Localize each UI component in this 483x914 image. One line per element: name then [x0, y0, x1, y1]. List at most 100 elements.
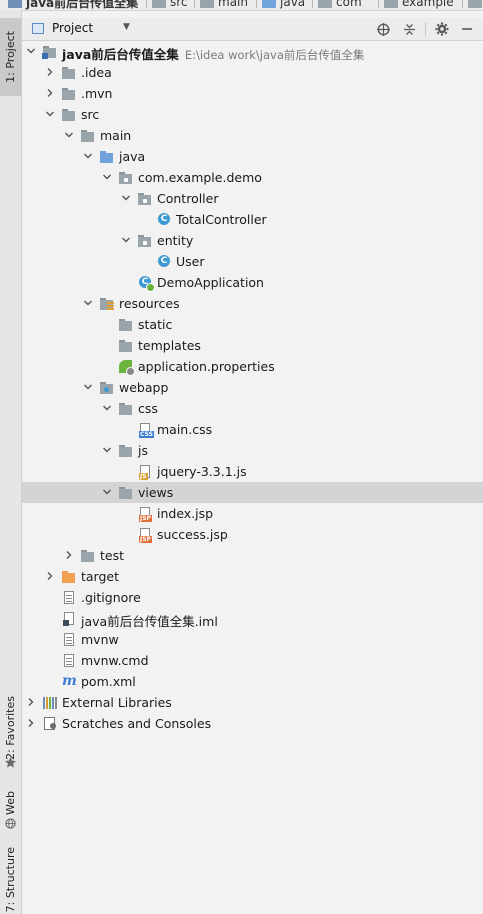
tree-item-label: pom.xml	[81, 674, 136, 689]
tree-row[interactable]: JSP index.jsp	[22, 503, 483, 524]
tree-row[interactable]: java前后台传值全集.iml	[22, 608, 483, 629]
chevron-right-icon[interactable]	[25, 716, 37, 730]
tree-row[interactable]: src	[22, 104, 483, 125]
tree-row[interactable]: External Libraries	[22, 692, 483, 713]
chevron-down-icon[interactable]	[63, 128, 75, 142]
tree-row[interactable]: m pom.xml	[22, 671, 483, 692]
collapse-icon[interactable]	[401, 21, 417, 37]
breadcrumb-item[interactable]: src	[152, 0, 188, 10]
package-icon	[137, 233, 153, 249]
tree-item-name: application.properties	[138, 359, 275, 374]
tree-row[interactable]: templates	[22, 335, 483, 356]
tree-row[interactable]: CSS main.css	[22, 419, 483, 440]
breadcrumb-item[interactable]: com	[318, 0, 362, 10]
chevron-down-icon[interactable]	[82, 149, 94, 163]
tree-item-name: mvnw	[81, 632, 119, 647]
globe-icon[interactable]	[375, 21, 391, 37]
tree-row[interactable]: .idea	[22, 62, 483, 83]
breadcrumb-item[interactable]: java前后台传值全集	[8, 0, 138, 10]
tree-item-label: mvnw.cmd	[81, 653, 149, 668]
chevron-right-icon[interactable]	[25, 695, 37, 709]
breadcrumb-item[interactable]: example	[384, 0, 454, 10]
folder-icon	[61, 107, 77, 123]
tree-row[interactable]: .gitignore	[22, 587, 483, 608]
tree-item-name: java	[119, 149, 146, 164]
chevron-down-icon[interactable]	[25, 44, 37, 58]
tree-row[interactable]: static	[22, 314, 483, 335]
project-tree[interactable]: java前后台传值全集 E:\idea work\java前后台传值全集 .idea…	[22, 41, 483, 914]
tab-web[interactable]: Web	[0, 788, 21, 818]
breadcrumb-item[interactable]: main	[200, 0, 248, 10]
chevron-down-icon[interactable]	[82, 296, 94, 310]
chevron-down-icon[interactable]: ▼	[123, 22, 130, 32]
tree-row[interactable]: com.example.demo	[22, 167, 483, 188]
tree-row[interactable]: target	[22, 566, 483, 587]
breadcrumb-item[interactable]: de	[468, 0, 483, 10]
tree-item-name: templates	[138, 338, 201, 353]
chevron-right-icon[interactable]	[44, 86, 56, 100]
tree-item-label: External Libraries	[62, 695, 172, 710]
gear-icon[interactable]	[434, 21, 450, 37]
tree-row[interactable]: Controller	[22, 188, 483, 209]
tree-item-name: .mvn	[81, 86, 113, 101]
folder-icon	[318, 0, 332, 8]
tree-row[interactable]: C User	[22, 251, 483, 272]
tree-row[interactable]: java	[22, 146, 483, 167]
module-folder-icon	[42, 44, 58, 60]
tree-item-name: DemoApplication	[157, 275, 264, 290]
tree-row[interactable]: css	[22, 398, 483, 419]
project-title[interactable]: Project	[52, 21, 93, 35]
tree-row[interactable]: js	[22, 440, 483, 461]
tab-project-label: 1: Project	[4, 31, 17, 83]
tree-row[interactable]: Scratches and Consoles	[22, 713, 483, 734]
tree-row[interactable]: application.properties	[22, 356, 483, 377]
tree-row[interactable]: .mvn	[22, 83, 483, 104]
folder-icon	[80, 128, 96, 144]
text-file-icon	[61, 632, 77, 648]
tree-row[interactable]: C TotalController	[22, 209, 483, 230]
chevron-right-icon[interactable]	[44, 569, 56, 583]
tree-item-label: DemoApplication	[157, 275, 264, 290]
breadcrumb-separator	[256, 0, 257, 8]
tab-structure[interactable]: 7: Structure	[0, 847, 21, 912]
tree-item-name: Controller	[157, 191, 219, 206]
minimize-icon[interactable]	[459, 21, 475, 37]
tree-item-label: js	[138, 443, 148, 458]
tree-row[interactable]: java前后台传值全集 E:\idea work\java前后台传值全集	[22, 41, 483, 62]
chevron-right-icon[interactable]	[63, 548, 75, 562]
chevron-down-icon[interactable]	[44, 107, 56, 121]
chevron-down-icon[interactable]	[101, 401, 113, 415]
tree-row[interactable]: JS jquery-3.3.1.js	[22, 461, 483, 482]
tree-item-label: success.jsp	[157, 527, 228, 542]
chevron-down-icon[interactable]	[82, 380, 94, 394]
tree-row[interactable]: JSP success.jsp	[22, 524, 483, 545]
tab-project[interactable]: 1: Project	[0, 18, 21, 96]
tree-row[interactable]: entity	[22, 230, 483, 251]
folder-icon	[118, 485, 134, 501]
tree-row[interactable]: mvnw.cmd	[22, 650, 483, 671]
tree-row[interactable]: resources	[22, 293, 483, 314]
folder-icon	[118, 401, 134, 417]
tree-row[interactable]: views	[22, 482, 483, 503]
breadcrumb-item[interactable]: java	[262, 0, 305, 10]
tree-row[interactable]: main	[22, 125, 483, 146]
tree-item-label: css	[138, 401, 158, 416]
chevron-down-icon[interactable]	[101, 485, 113, 499]
folder-icon	[118, 338, 134, 354]
chevron-right-icon[interactable]	[44, 65, 56, 79]
tree-item-label: index.jsp	[157, 506, 213, 521]
tab-favorites[interactable]: 2: Favorites	[0, 690, 21, 766]
header-separator	[425, 22, 426, 36]
tree-item-label: .gitignore	[81, 590, 141, 605]
chevron-down-icon[interactable]	[101, 170, 113, 184]
tree-item-label: Controller	[157, 191, 219, 206]
tree-row[interactable]: test	[22, 545, 483, 566]
tab-favorites-label: 2: Favorites	[4, 696, 17, 760]
tree-row[interactable]: webapp	[22, 377, 483, 398]
tree-row[interactable]: mvnw	[22, 629, 483, 650]
chevron-down-icon[interactable]	[120, 191, 132, 205]
tree-row[interactable]: C DemoApplication	[22, 272, 483, 293]
chevron-down-icon[interactable]	[101, 443, 113, 457]
tree-item-label: User	[176, 254, 205, 269]
chevron-down-icon[interactable]	[120, 233, 132, 247]
